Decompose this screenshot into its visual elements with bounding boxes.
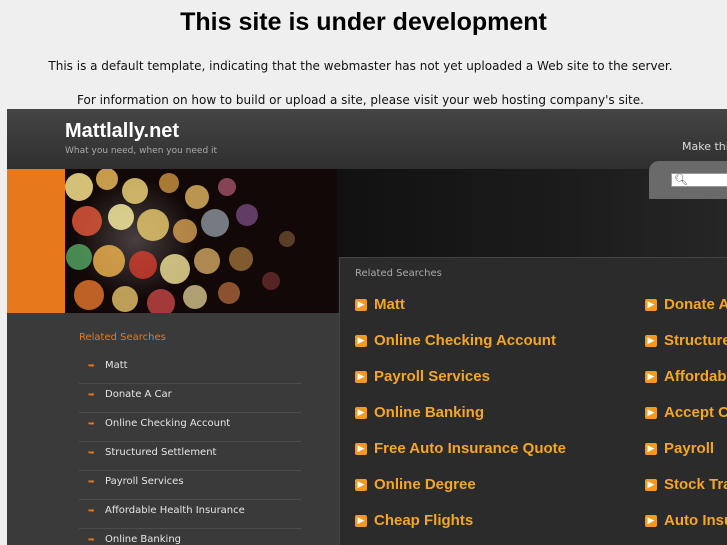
arrow-box-icon: ▶	[645, 371, 657, 383]
sidebar-list: ➥ Matt ➥ Donate A Car ➥ Online Checking Acc…	[79, 355, 301, 545]
sidebar-item-label[interactable]: Payroll Services	[105, 476, 184, 487]
arrow-box-icon: ▶	[645, 515, 657, 527]
arrow-icon: ➥	[88, 419, 95, 428]
sidebar-item-label[interactable]: Structured Settlement	[105, 447, 216, 458]
sidebar-item-label[interactable]: Online Checking Account	[105, 418, 230, 429]
sidebar-item[interactable]: ➥ Structured Settlement	[79, 442, 301, 471]
arrow-icon: ➥	[88, 535, 95, 544]
sidebar-item[interactable]: ➥ Donate A Car	[79, 384, 301, 413]
arrow-box-icon: ▶	[355, 299, 367, 311]
arrow-icon: ➥	[88, 448, 95, 457]
sidebar-item[interactable]: ➥ Matt	[79, 355, 301, 384]
sidebar-item-label[interactable]: Affordable Health Insurance	[105, 505, 245, 516]
sidebar: Related Searches ➥ Matt ➥ Donate A Car ➥ On…	[7, 313, 339, 545]
sidebar-item[interactable]: ➥ Online Checking Account	[79, 413, 301, 442]
development-notice: This site is under development This is a…	[0, 0, 727, 108]
site-title[interactable]: Mattlally.net	[65, 120, 179, 143]
sidebar-item[interactable]: ➥ Affordable Health Insurance	[79, 500, 301, 529]
arrow-box-icon: ▶	[645, 299, 657, 311]
arrow-box-icon: ▶	[355, 335, 367, 347]
sidebar-item[interactable]: ➥ Online Banking	[79, 529, 301, 545]
notice-title: This site is under development	[180, 8, 547, 36]
sidebar-item-label[interactable]: Matt	[105, 360, 128, 371]
arrow-box-icon: ▶	[355, 443, 367, 455]
parked-site-frame: Mattlally.net What you need, when you ne…	[7, 109, 727, 545]
notice-line-1: This is a default template, indicating t…	[48, 59, 673, 73]
notice-line-2: For information on how to build or uploa…	[77, 93, 644, 107]
arrow-icon: ➥	[88, 506, 95, 515]
bokeh-lights-image	[65, 169, 337, 313]
arrow-box-icon: ▶	[645, 335, 657, 347]
arrow-box-icon: ▶	[645, 407, 657, 419]
arrow-icon: ➥	[88, 477, 95, 486]
arrow-box-icon: ▶	[645, 443, 657, 455]
sidebar-heading: Related Searches	[79, 332, 166, 343]
sidebar-item[interactable]: ➥ Payroll Services	[79, 471, 301, 500]
results-heading: Related Searches	[355, 268, 442, 279]
search-icon[interactable]: 🔍︎	[674, 173, 688, 187]
arrow-box-icon: ▶	[355, 479, 367, 491]
site-tagline: What you need, when you need it	[65, 146, 218, 156]
arrow-box-icon: ▶	[355, 515, 367, 527]
site-header: Mattlally.net What you need, when you ne…	[7, 109, 727, 170]
bokeh-lights-graphic	[65, 169, 337, 313]
arrow-box-icon: ▶	[645, 479, 657, 491]
main-results: Related Searches ▶ Matt ▶ Online Checking …	[339, 257, 727, 545]
sidebar-item-label[interactable]: Online Banking	[105, 534, 181, 545]
arrow-icon: ➥	[88, 390, 95, 399]
arrow-box-icon: ▶	[355, 371, 367, 383]
arrow-box-icon: ▶	[355, 407, 367, 419]
make-homepage-link[interactable]: Make this	[682, 140, 727, 153]
orange-strip	[7, 169, 65, 313]
arrow-icon: ➥	[88, 361, 95, 370]
sidebar-item-label[interactable]: Donate A Car	[105, 389, 172, 400]
